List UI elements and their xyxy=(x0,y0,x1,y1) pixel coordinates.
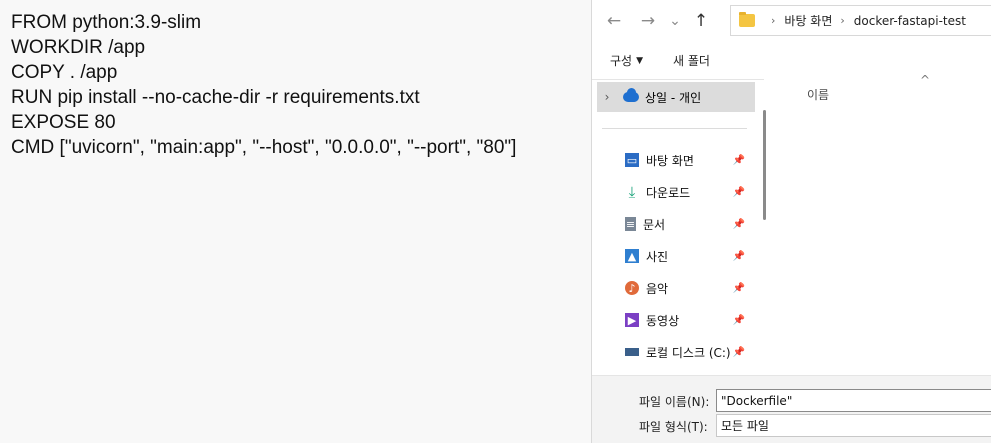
nav-item-label: 음악 xyxy=(646,281,669,296)
pin-icon: 📌 xyxy=(732,186,745,198)
filename-label: 파일 이름(N): xyxy=(639,395,710,409)
pin-icon: 📌 xyxy=(732,314,745,326)
chevron-down-icon: ⌄ xyxy=(669,13,681,29)
arrow-left-icon: ← xyxy=(606,11,622,31)
up-button[interactable]: ↑ xyxy=(686,5,716,37)
chevron-right-icon: › xyxy=(771,14,776,27)
chevron-right-icon[interactable]: › xyxy=(597,90,617,104)
editor-line: EXPOSE 80 xyxy=(11,112,116,133)
organize-button[interactable]: 구성 ▼ xyxy=(610,52,643,69)
command-bar: 구성 ▼ 새 폴더 xyxy=(592,42,991,79)
nav-item-label: 사진 xyxy=(646,249,669,264)
sort-ascending-icon: ^ xyxy=(920,73,931,87)
navigation-pane: › 상일 - 개인 ▭ 바탕 화면 📌 ⤓ 다운로드 📌 ≡ 문서 📌 ▲ 사진… xyxy=(592,79,766,375)
new-folder-button[interactable]: 새 폴더 xyxy=(673,52,710,69)
nav-item-label: 문서 xyxy=(643,217,666,232)
organize-label: 구성 xyxy=(610,54,633,68)
editor-line: WORKDIR /app xyxy=(11,37,146,58)
nav-scrollbar[interactable] xyxy=(763,110,766,220)
nav-item-music[interactable]: ♪ 음악 📌 xyxy=(625,276,755,300)
breadcrumb-item[interactable]: 바탕 화면 xyxy=(784,12,832,29)
pin-icon: 📌 xyxy=(732,282,745,294)
chevron-right-icon: › xyxy=(840,14,845,27)
nav-item-label: 바탕 화면 xyxy=(646,153,694,168)
nav-item-videos[interactable]: ▶ 동영상 📌 xyxy=(625,308,755,332)
back-button[interactable]: ← xyxy=(598,5,630,37)
pin-icon: 📌 xyxy=(732,218,745,230)
arrow-right-icon: → xyxy=(640,11,656,31)
pin-icon: 📌 xyxy=(732,154,745,166)
editor-line: CMD ["uvicorn", "main:app", "--host", "0… xyxy=(11,137,517,158)
desktop-icon: ▭ xyxy=(625,153,639,167)
videos-icon: ▶ xyxy=(625,313,639,327)
breadcrumb[interactable]: › 바탕 화면 › docker-fastapi-test xyxy=(730,5,991,36)
nav-item-onedrive[interactable]: › 상일 - 개인 xyxy=(597,82,755,112)
folder-icon xyxy=(739,12,755,27)
nav-item-downloads[interactable]: ⤓ 다운로드 📌 xyxy=(625,180,755,204)
drive-icon xyxy=(625,348,639,356)
nav-item-documents[interactable]: ≡ 문서 📌 xyxy=(625,212,755,236)
save-file-dialog: ← → ⌄ ↑ › 바탕 화면 › docker-fastapi-test 구성… xyxy=(591,0,991,443)
pictures-icon: ▲ xyxy=(625,249,639,263)
forward-button[interactable]: → xyxy=(632,5,664,37)
save-options-panel: 파일 이름(N): "Dockerfile" 파일 형식(T): 모든 파일 xyxy=(592,375,991,443)
text-editor[interactable]: FROM python:3.9-slim WORKDIR /app COPY .… xyxy=(0,0,591,443)
music-icon: ♪ xyxy=(625,281,639,295)
document-icon: ≡ xyxy=(625,217,636,231)
divider xyxy=(602,128,747,129)
filetype-label: 파일 형식(T): xyxy=(639,420,708,434)
nav-item-label: 상일 - 개인 xyxy=(645,90,702,105)
editor-line: FROM python:3.9-slim xyxy=(11,12,202,33)
caret-down-icon: ▼ xyxy=(636,55,644,66)
breadcrumb-item[interactable]: docker-fastapi-test xyxy=(854,14,966,28)
address-bar: ← → ⌄ ↑ › 바탕 화면 › docker-fastapi-test xyxy=(592,0,991,42)
pin-icon: 📌 xyxy=(732,346,745,358)
recent-locations-button[interactable]: ⌄ xyxy=(664,5,686,37)
filetype-select[interactable]: 모든 파일 xyxy=(716,414,991,437)
nav-item-label: 로컬 디스크 (C:) xyxy=(646,345,731,360)
arrow-up-icon: ↑ xyxy=(693,11,709,31)
nav-item-pictures[interactable]: ▲ 사진 📌 xyxy=(625,244,755,268)
file-list[interactable]: ^ 이름 xyxy=(773,73,991,375)
nav-item-local-disk[interactable]: 로컬 디스크 (C:) 📌 xyxy=(625,340,755,364)
download-icon: ⤓ xyxy=(628,183,636,201)
editor-line: COPY . /app xyxy=(11,62,118,83)
nav-item-label: 동영상 xyxy=(646,313,680,328)
editor-line: RUN pip install --no-cache-dir -r requir… xyxy=(11,87,420,108)
filename-input[interactable]: "Dockerfile" xyxy=(716,389,991,412)
pin-icon: 📌 xyxy=(732,250,745,262)
onedrive-cloud-icon xyxy=(623,88,639,102)
nav-item-label: 다운로드 xyxy=(646,185,691,200)
column-header-name[interactable]: 이름 xyxy=(807,86,829,103)
nav-item-desktop[interactable]: ▭ 바탕 화면 📌 xyxy=(625,148,755,172)
